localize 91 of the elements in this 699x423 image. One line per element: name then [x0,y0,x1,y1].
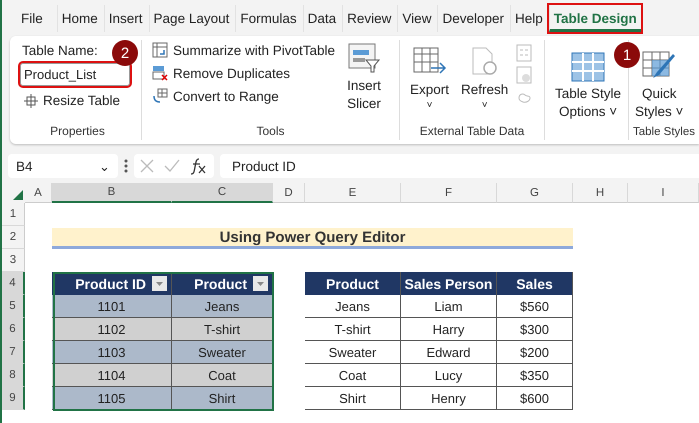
name-box[interactable]: B4 ⌄ [8,154,118,178]
table-cell: Henry [401,387,497,410]
table-name-label: Table Name: [21,43,98,58]
ribbon-tab[interactable]: Data [302,4,340,32]
table-cell: Coat [305,364,401,387]
properties-icon [516,44,532,62]
table-cell: Liam [401,295,497,318]
table-cell: Edward [401,341,497,364]
row-header[interactable]: 4 [2,272,25,295]
table-cell: Jeans [305,295,401,318]
table-cell: T-shirt [305,318,401,341]
convert-range-icon [152,88,168,104]
table-cell: Harry [401,318,497,341]
filter-dropdown-icon[interactable] [152,276,167,291]
select-all-icon[interactable] [13,190,23,200]
pivot-table-icon [152,42,168,58]
table-cell: Sweater [305,341,401,364]
table-cell: Coat [172,364,273,387]
table-cell: Lucy [401,364,497,387]
step-badge: 1 [614,42,640,68]
row-header[interactable]: 2 [2,226,25,249]
cancel-icon[interactable] [140,159,154,173]
table-cell: $600 [497,387,573,410]
group-label: Table Styles [632,126,696,140]
export-button[interactable]: Export ˅ [406,44,454,114]
column-header[interactable]: B [52,183,172,203]
column-header[interactable]: D [273,183,305,203]
row-header[interactable]: 9 [2,387,25,410]
ribbon-tab[interactable]: Developer [437,4,508,32]
table-header-cell[interactable]: Product ID [52,272,172,295]
table-grid-icon [571,52,606,82]
group-label: External Table Data [418,124,526,140]
table-cell: Sweater [172,341,273,364]
group-label: Tools [255,124,286,140]
table-cell: $300 [497,318,573,341]
row-header[interactable]: 6 [2,318,25,341]
table-cell: Jeans [172,295,273,318]
column-header[interactable]: F [401,183,497,203]
remove-duplicates-icon [152,65,168,81]
table-cell: Shirt [172,387,273,410]
table-cell: $560 [497,295,573,318]
row-header[interactable]: 5 [2,295,25,318]
column-header[interactable]: C [172,183,273,203]
filter-dropdown-icon[interactable] [253,276,268,291]
column-header[interactable]: I [628,183,699,203]
ribbon-tab[interactable]: Formulas [235,4,301,32]
tools-button[interactable]: Summarize with PivotTable [148,40,340,60]
check-icon[interactable] [164,159,180,173]
table-cell: 1103 [52,341,172,364]
column-header[interactable]: E [305,183,401,203]
table-cell: 1105 [52,387,172,410]
insert-slicer-button[interactable]: Insert Slicer [343,40,385,114]
refresh-button[interactable]: Refresh ˅ [457,44,512,114]
column-header[interactable]: G [497,183,573,203]
row-header[interactable]: 7 [2,341,25,364]
row-header[interactable]: 1 [2,203,25,226]
table-header-cell[interactable]: Product [172,272,273,295]
step-badge: 2 [112,40,138,66]
group-label: Properties [49,124,106,140]
table-cell: $350 [497,364,573,387]
sheet-title: Using Power Query Editor [52,228,573,249]
column-header[interactable]: H [573,183,628,203]
table-header-cell: Product [305,272,401,295]
ribbon-tab[interactable]: Help [510,4,547,32]
table-cell: $200 [497,341,573,364]
row-header[interactable]: 3 [2,249,25,272]
tools-button[interactable]: Convert to Range [148,86,340,106]
ribbon-tab[interactable]: Insert [104,4,147,32]
ribbon-tab[interactable]: View [397,4,436,32]
table-header-cell: Sales [497,272,573,295]
column-header[interactable]: A [25,183,52,203]
ribbon-tab[interactable]: Table Design [548,4,641,32]
table-cell: Shirt [305,387,401,410]
function-icon[interactable] [190,157,208,175]
formula-field[interactable]: Product ID [220,154,699,178]
row-header[interactable]: 8 [2,364,25,387]
ribbon-tab[interactable]: Page Layout [148,4,234,32]
tools-button[interactable]: Remove Duplicates [148,63,340,83]
ribbon-tab[interactable]: Review [342,4,396,32]
slicer-icon [348,42,380,74]
more-icon [124,158,128,174]
table-cell: 1101 [52,295,172,318]
resize-icon [24,94,38,108]
table-name-field[interactable]: Product_List [20,63,130,86]
table-cell: T-shirt [172,318,273,341]
table-header-cell: Sales Person [401,272,497,295]
ribbon-tab[interactable]: File [16,4,47,32]
ribbon-tab[interactable]: Home [56,4,102,32]
table-cell: 1102 [52,318,172,341]
resize-table-button[interactable]: Resize Table [20,91,135,110]
table-cell: 1104 [52,364,172,387]
